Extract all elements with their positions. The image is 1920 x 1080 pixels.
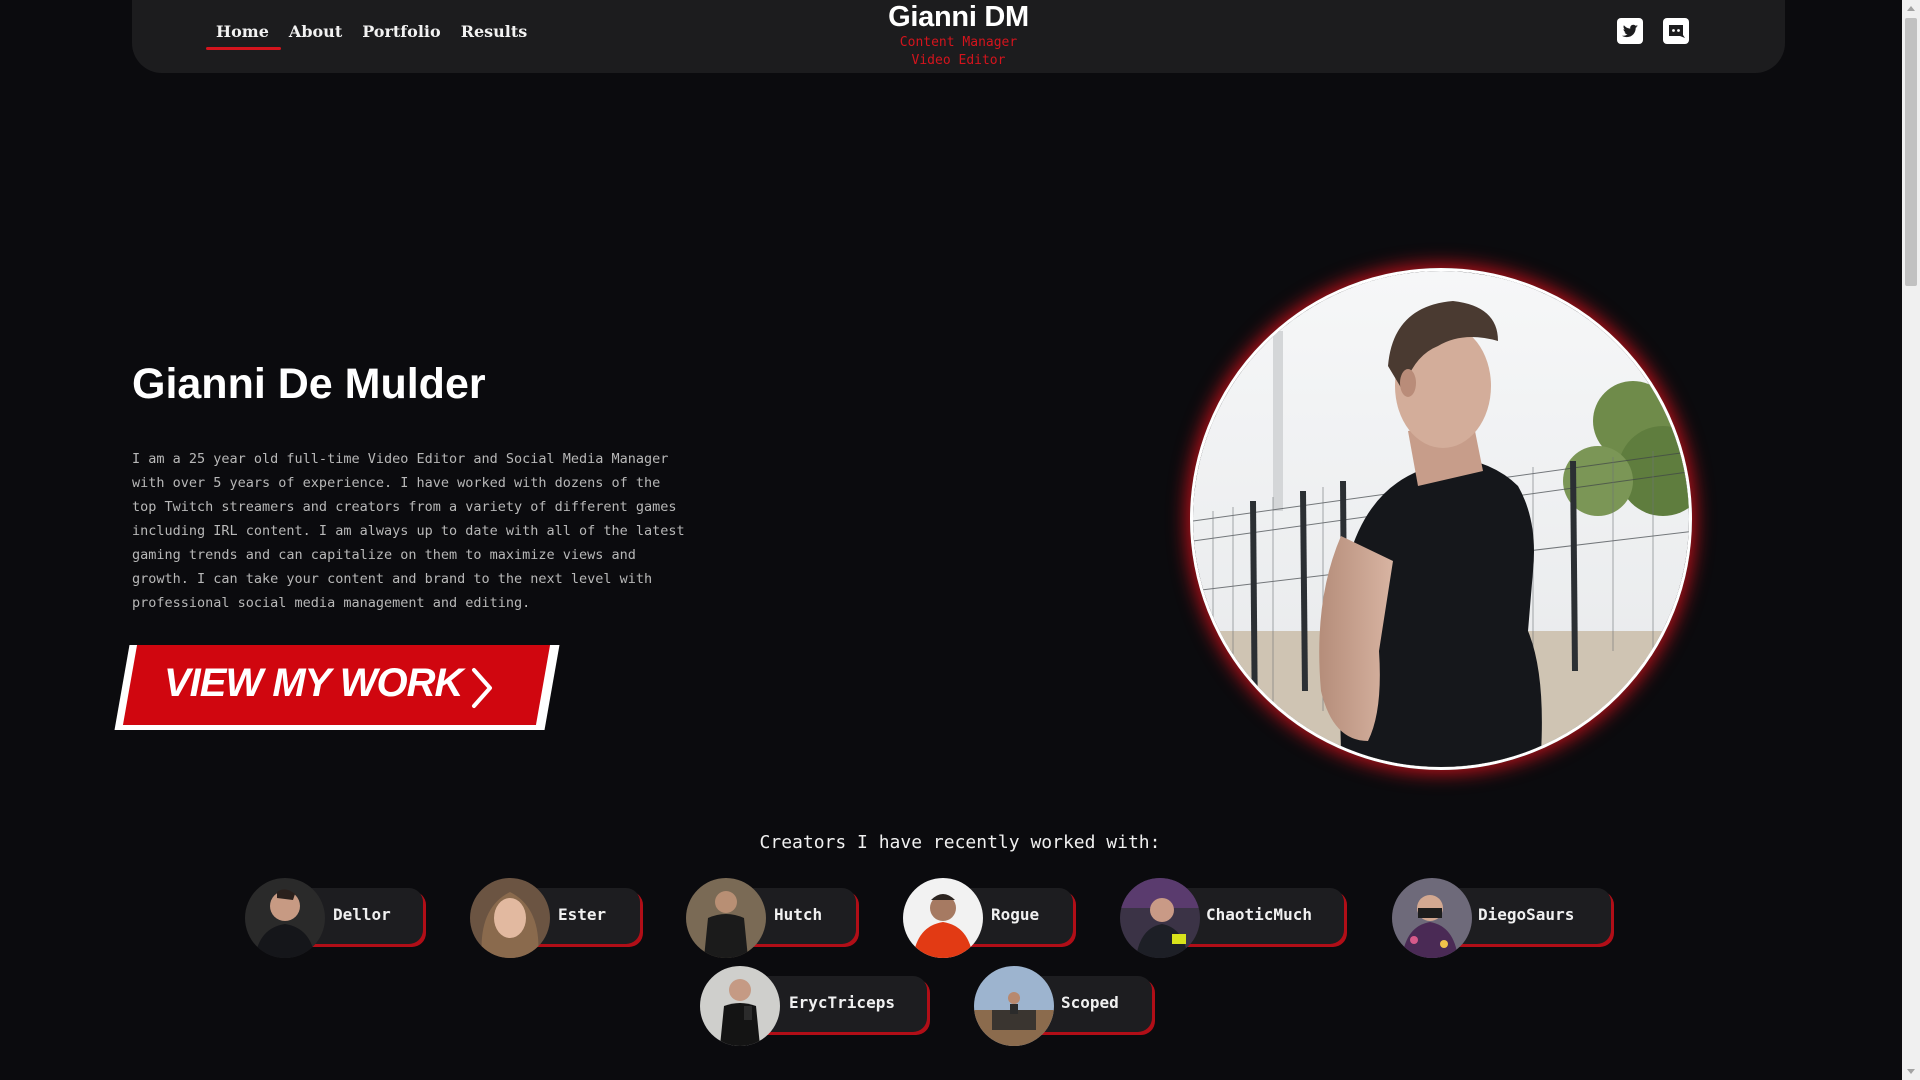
discord-icon — [1663, 18, 1689, 44]
twitter-link[interactable] — [1617, 18, 1643, 44]
chevron-right-icon — [472, 668, 492, 708]
creator-avatar-rogue — [903, 878, 983, 958]
profile-photo — [1190, 268, 1692, 770]
main-nav: Home About Portfolio Results — [206, 22, 528, 50]
creator-avatar-diegosaurs — [1392, 878, 1472, 958]
scroll-up-arrow-icon[interactable] — [1907, 6, 1915, 11]
hero-description: I am a 25 year old full-time Video Edito… — [132, 447, 722, 615]
creator-name: Scoped — [1061, 993, 1119, 1012]
creator-name: ChaoticMuch — [1206, 905, 1312, 924]
nav-results[interactable]: Results — [461, 22, 528, 41]
creator-avatar-scoped — [974, 966, 1054, 1046]
creator-avatar-hutch — [686, 878, 766, 958]
hero-description-line: top Twitch streamers and creators from a… — [132, 499, 677, 515]
creator-avatar-ester — [470, 878, 550, 958]
hero-description-line: growth. I can take your content and bran… — [132, 571, 653, 587]
hero-description-line: gaming trends and can capitalize on them… — [132, 547, 636, 563]
creator-name: Hutch — [774, 905, 823, 924]
hero-description-line: with over 5 years of experience. I have … — [132, 475, 661, 491]
social-links — [1617, 18, 1689, 44]
hero-description-line: professional social media management and… — [132, 595, 531, 611]
twitter-icon — [1617, 18, 1643, 44]
creator-avatar-dellor — [245, 878, 325, 958]
cta-label: VIEW MY WORK — [164, 661, 463, 705]
creator-name: ErycTriceps — [789, 993, 895, 1012]
creator-name: Ester — [558, 905, 607, 924]
page-scrollbar[interactable] — [1902, 0, 1920, 1080]
hero-description-line: I am a 25 year old full-time Video Edito… — [132, 451, 669, 467]
nav-home[interactable]: Home — [206, 22, 281, 50]
creator-avatar-chaoticmuch — [1120, 878, 1200, 958]
brand-subtitle-role-2: Video Editor — [911, 53, 1006, 68]
creators-section-title: Creators I have recently worked with: — [759, 832, 1161, 853]
hero-description-line: including IRL content. I am always up to… — [132, 523, 685, 539]
scroll-down-arrow-icon[interactable] — [1907, 1069, 1915, 1074]
hero-title: Gianni De Mulder — [132, 360, 486, 408]
discord-link[interactable] — [1663, 18, 1689, 44]
creator-name: Dellor — [333, 905, 391, 924]
nav-portfolio[interactable]: Portfolio — [362, 22, 440, 41]
site-header: Home About Portfolio Results Gianni DM C… — [132, 0, 1785, 73]
nav-about[interactable]: About — [289, 22, 342, 41]
scroll-thumb[interactable] — [1905, 18, 1917, 286]
creator-name: DiegoSaurs — [1478, 905, 1575, 924]
creator-avatar-eryctriceps — [700, 966, 780, 1046]
creator-name: Rogue — [991, 905, 1040, 924]
